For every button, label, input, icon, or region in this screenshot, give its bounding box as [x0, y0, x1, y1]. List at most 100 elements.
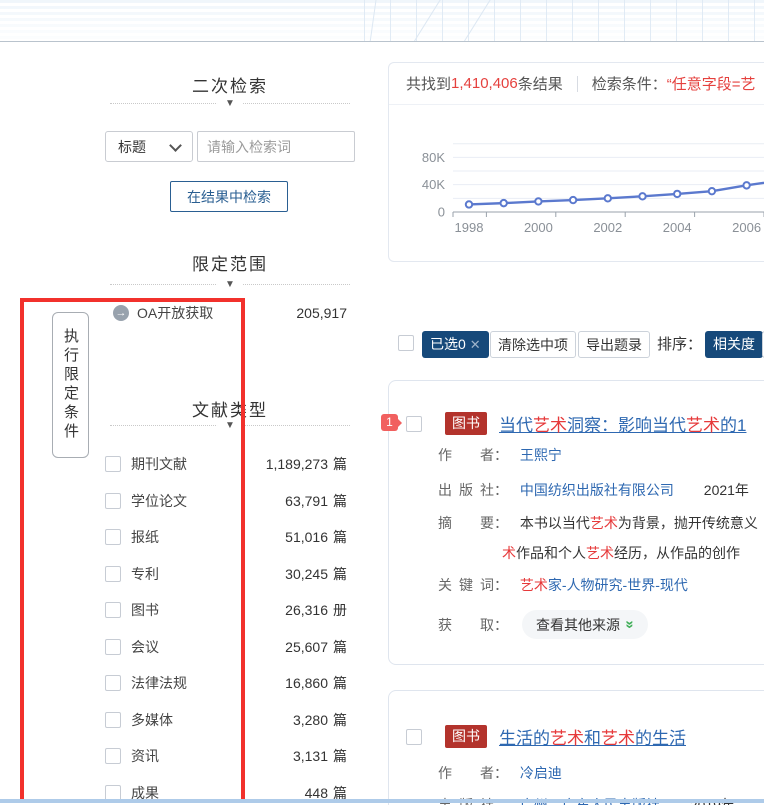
result-card-1: 1 图书 当代艺术洞察：影响当代艺术的1 作者： 王熙宁 出版社： 中国纺织出版… [388, 380, 764, 665]
doc-type-count: 30,245篇 [285, 564, 347, 584]
result-checkbox[interactable] [406, 729, 422, 745]
abstract-line2: 术作品和个人艺术经历，从作品的创作 [502, 545, 740, 561]
doc-type-label[interactable]: 期刊文献 [131, 454, 187, 474]
doc-type-label[interactable]: 多媒体 [131, 710, 173, 730]
author-row: 作者： 王熙宁 [438, 445, 562, 465]
author-label: 作者 [438, 445, 494, 465]
doc-type-label[interactable]: 图书 [131, 600, 159, 620]
divider-limit-scope: ▼ [110, 284, 350, 285]
selected-count-button[interactable]: 已选0✕ [422, 331, 489, 358]
limit-scope-title: 限定范围 [70, 250, 390, 275]
doc-type-count: 1,189,273篇 [266, 454, 347, 474]
doc-type-checkbox[interactable] [105, 529, 121, 545]
doc-type-checkbox[interactable] [105, 675, 121, 691]
oa-open-access-count: 205,917 [296, 305, 347, 321]
doc-type-count: 3,280篇 [293, 710, 347, 730]
svg-text:80K: 80K [422, 150, 445, 165]
found-prefix: 共找到 [406, 73, 451, 94]
doc-type-count: 3,131篇 [293, 746, 347, 766]
doc-type-label[interactable]: 会议 [131, 637, 159, 657]
result-checkbox[interactable] [406, 416, 422, 432]
doc-type-row: 报纸 51,016篇 [105, 519, 347, 556]
close-icon[interactable]: ✕ [470, 337, 481, 352]
doc-type-row: 资讯 3,131篇 [105, 738, 347, 775]
publisher-link[interactable]: 中国纺织出版社有限公司 [520, 482, 674, 498]
doc-type-row: 期刊文献 1,189,273篇 [105, 446, 347, 483]
double-chevron-down-icon: » [622, 620, 639, 628]
secondary-search-title: 二次检索 [70, 72, 390, 97]
doc-type-label[interactable]: 专利 [131, 564, 159, 584]
view-other-sources-button[interactable]: 查看其他来源 » [522, 610, 648, 639]
doc-type-count: 16,860篇 [285, 673, 347, 693]
oa-open-access-label[interactable]: OA开放获取 [137, 303, 213, 323]
svg-text:2000: 2000 [524, 220, 553, 235]
doc-type-checkbox[interactable] [105, 602, 121, 618]
export-citation-button[interactable]: 导出题录 [578, 331, 650, 358]
svg-text:0: 0 [438, 205, 445, 220]
keywords-link[interactable]: 艺术家-人物研究-世界-现代 [520, 577, 688, 593]
doc-type-label[interactable]: 资讯 [131, 746, 159, 766]
oa-open-access-row[interactable]: → OA开放获取 205,917 [113, 300, 347, 326]
divider-doc-type: ▼ [110, 425, 350, 426]
doc-type-checkbox[interactable] [105, 566, 121, 582]
chevron-down-icon [169, 139, 182, 152]
svg-text:40K: 40K [422, 177, 445, 192]
field-select-value: 标题 [118, 137, 146, 157]
doc-type-row: 学位论文 63,791篇 [105, 483, 347, 520]
doc-type-checkbox[interactable] [105, 456, 121, 472]
author-label: 作者 [438, 763, 494, 783]
search-input[interactable] [197, 131, 355, 162]
result-title-link[interactable]: 生活的艺术和艺术的生活 [499, 724, 686, 749]
result-head-row: 图书 生活的艺术和艺术的生活 [406, 724, 686, 749]
author-link[interactable]: 王熙宁 [520, 447, 562, 463]
svg-text:2002: 2002 [593, 220, 622, 235]
clear-selected-button[interactable]: 清除选中项 [490, 331, 576, 358]
result-title-link[interactable]: 当代艺术洞察：影响当代艺术的1 [499, 411, 746, 436]
doc-type-count: 26,316册 [285, 600, 347, 620]
svg-text:1998: 1998 [455, 220, 484, 235]
condition-label: 检索条件： [592, 73, 667, 94]
banner-building-art [364, 0, 764, 41]
abstract-line1: 本书以当代艺术为背景，抛开传统意义 [520, 515, 758, 531]
svg-text:2004: 2004 [663, 220, 692, 235]
sort-label: 排序： [657, 331, 702, 358]
publisher-row: 出版社： 中国纺织出版社有限公司 2021年 I [438, 480, 764, 500]
abstract-row: 摘要： 本书以当代艺术为背景，抛开传统意义 [438, 513, 758, 533]
doc-type-count: 51,016篇 [285, 527, 347, 547]
results-summary-row: 共找到1,410,406条结果 检索条件： “任意字段=艺 [389, 63, 764, 105]
divider-secondary-search: ▼ [110, 103, 350, 104]
access-row: 获取： 查看其他来源 » [438, 610, 648, 639]
author-link[interactable]: 冷启迪 [520, 765, 562, 781]
access-label: 获取 [438, 615, 494, 635]
doc-type-row: 多媒体 3,280篇 [105, 702, 347, 739]
doc-type-checkbox[interactable] [105, 493, 121, 509]
vertical-divider [577, 76, 578, 92]
abstract-label: 摘要 [438, 513, 494, 533]
publish-year: 2021年 [704, 482, 749, 498]
result-count: 1,410,406 [451, 75, 518, 92]
doc-type-checkbox[interactable] [105, 748, 121, 764]
svg-text:2006: 2006 [732, 220, 761, 235]
doc-type-badge: 图书 [445, 725, 487, 748]
doc-type-row: 会议25,607篇 [105, 629, 347, 666]
doc-type-row: 法律法规 16,860篇 [105, 665, 347, 702]
search-in-results-button[interactable]: 在结果中检索 [170, 181, 288, 212]
results-summary-panel: 共找到1,410,406条结果 检索条件： “任意字段=艺 0 40K 80K 199… [388, 62, 764, 262]
triangle-down-icon: ▼ [217, 96, 243, 112]
sort-relevance-button[interactable]: 相关度 [705, 331, 763, 358]
doc-type-label[interactable]: 报纸 [131, 527, 159, 547]
doc-type-checkbox[interactable] [105, 712, 121, 728]
doc-type-checkbox[interactable] [105, 639, 121, 655]
doc-type-row: 专利 30,245篇 [105, 556, 347, 593]
found-suffix: 条结果 [518, 73, 563, 94]
field-select[interactable]: 标题 [105, 131, 193, 162]
doc-type-count: 63,791篇 [285, 491, 347, 511]
doc-type-label[interactable]: 学位论文 [131, 491, 187, 511]
doc-type-label[interactable]: 法律法规 [131, 673, 187, 693]
publisher-label: 出版社 [438, 480, 494, 500]
abstract-row-2: 术作品和个人艺术经历，从作品的创作 [438, 543, 740, 563]
author-row: 作者： 冷启迪 [438, 763, 562, 783]
select-all-checkbox[interactable] [398, 335, 414, 351]
execute-limit-tooltip: 执行限定条件 [52, 312, 89, 458]
search-results-page: 二次检索 ▼ 标题 在结果中检索 限定范围 ▼ 执行限定条件 → OA开放获取 … [0, 0, 764, 805]
